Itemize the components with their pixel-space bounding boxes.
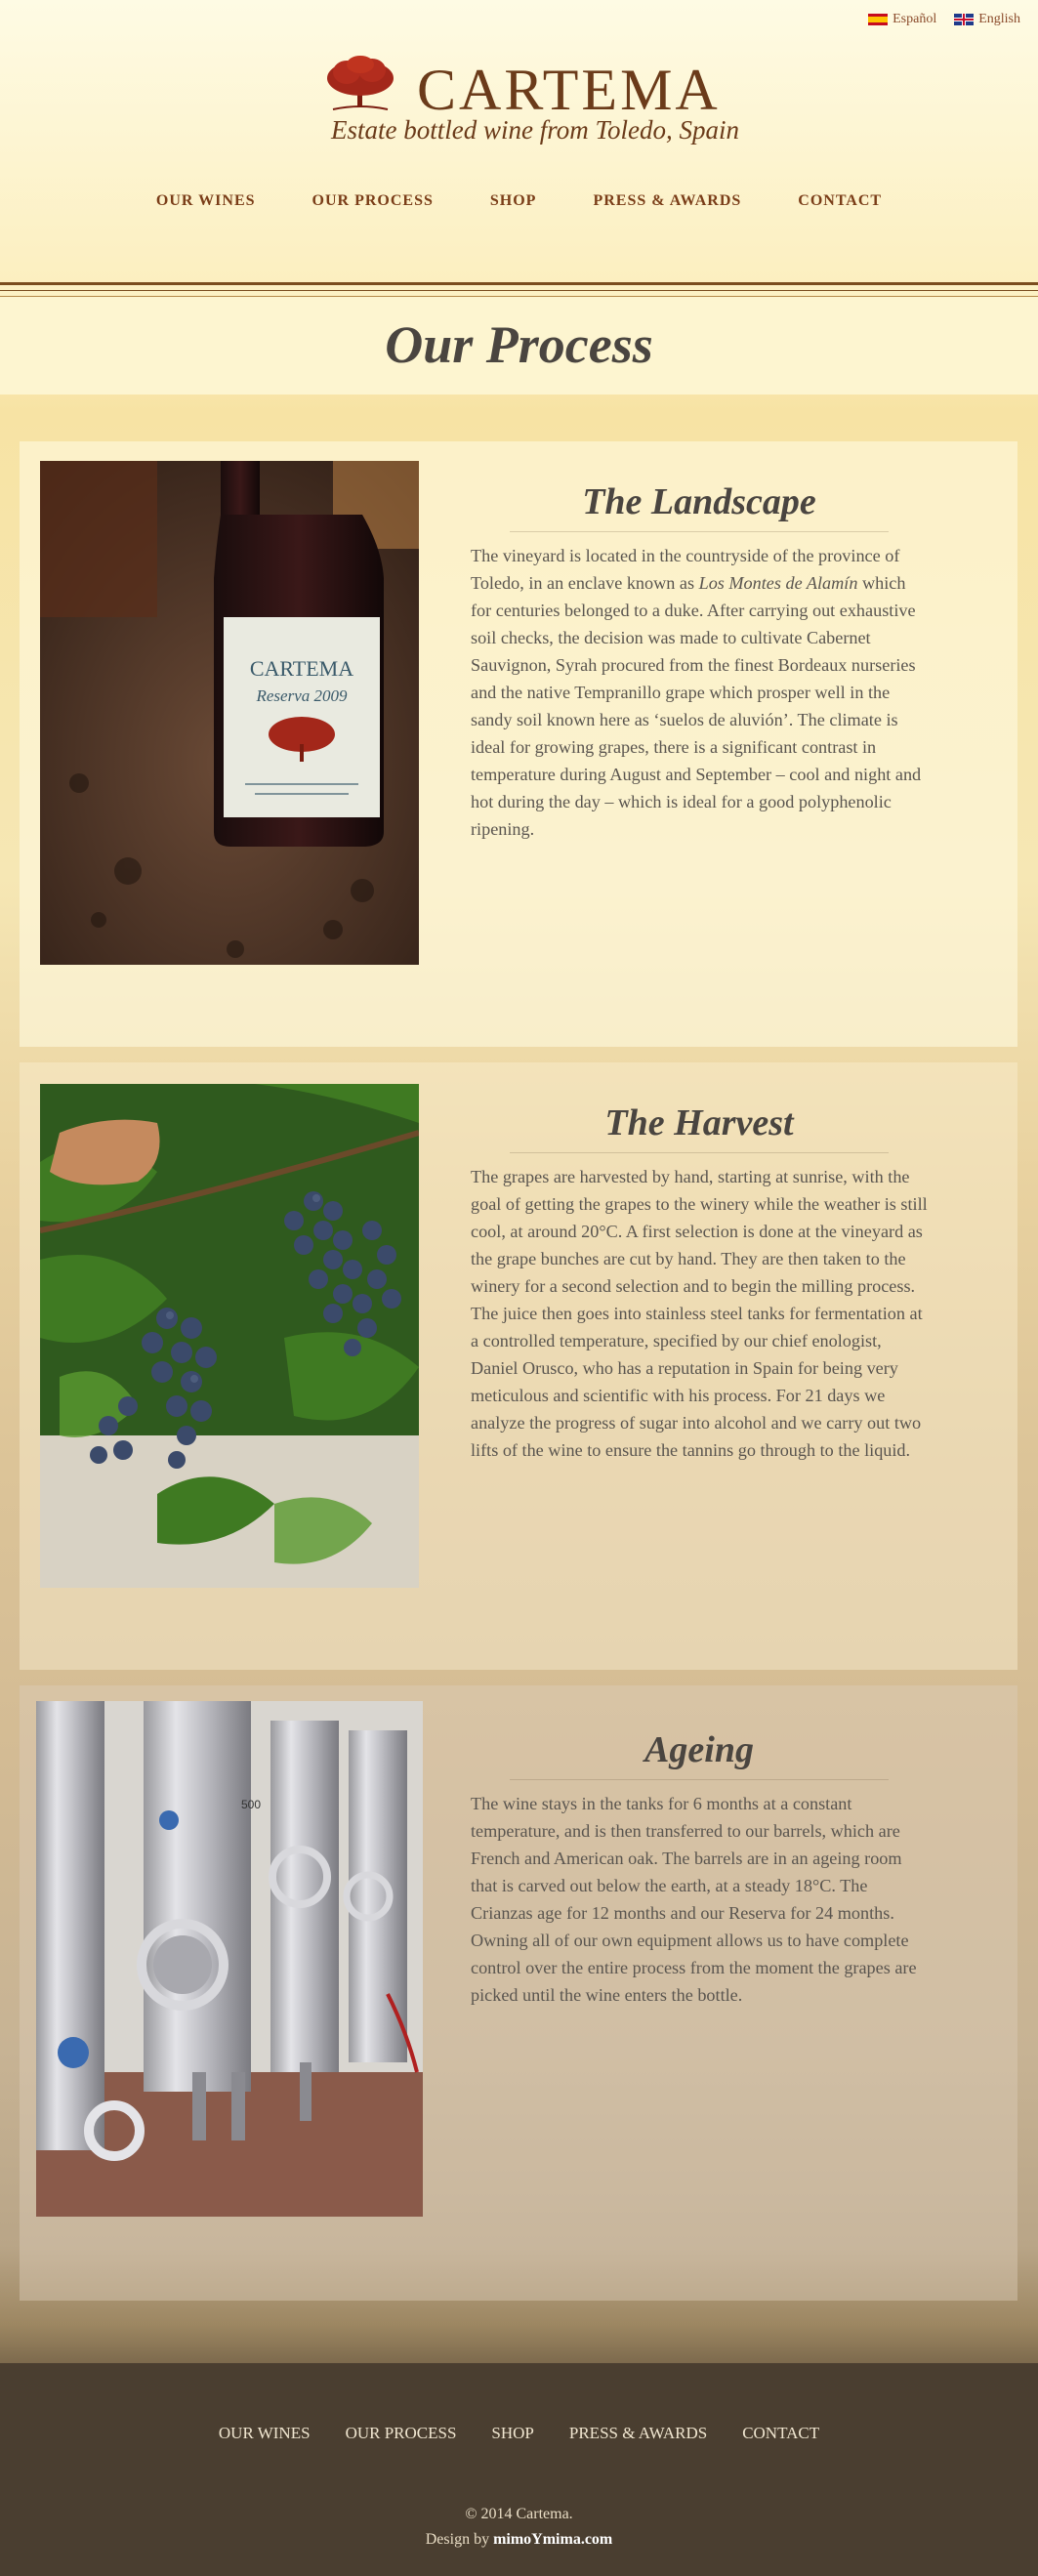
main-nav: OUR WINES OUR PROCESS SHOP PRESS & AWARD… — [0, 192, 1038, 210]
design-credit: Design by mimoYmima.com — [425, 2531, 613, 2548]
header-divider-light — [0, 296, 1038, 297]
designer-link[interactable]: mimoYmima.com — [493, 2531, 612, 2548]
footer-nav-our-process[interactable]: OUR PROCESS — [346, 2424, 457, 2443]
section-landscape: CARTEMA Reserva 2009 The Landscape The v… — [20, 441, 1017, 1047]
bottle-label-text: CARTEMA — [250, 656, 353, 681]
spain-flag-icon — [868, 14, 889, 25]
site-footer: OUR WINES OUR PROCESS SHOP PRESS & AWARD… — [0, 2363, 1038, 2576]
harvest-body: The grapes are harvested by hand, starti… — [471, 1167, 928, 1460]
bottle-label-sub: Reserva 2009 — [255, 686, 348, 705]
footer-nav-shop[interactable]: SHOP — [491, 2424, 533, 2443]
section-ageing: 500 Ageing The wine stays in the tanks f… — [20, 1685, 1017, 2301]
lang-english-link[interactable]: English — [954, 12, 1020, 27]
copyright: © 2014 Cartema. — [465, 2506, 573, 2522]
site-logo[interactable]: CARTEMA Estate bottled wine from Toledo,… — [325, 51, 739, 148]
header-divider-thin — [0, 290, 1038, 291]
footer-nav-press-awards[interactable]: PRESS & AWARDS — [569, 2424, 707, 2443]
footer-nav-contact[interactable]: CONTACT — [742, 2424, 819, 2443]
tree-logo-icon — [327, 56, 394, 110]
brand-tagline: Estate bottled wine from Toledo, Spain — [331, 115, 739, 145]
nav-contact[interactable]: CONTACT — [798, 192, 882, 210]
ageing-text: Ageing The wine stays in the tanks for 6… — [471, 1728, 928, 2009]
header-divider — [0, 282, 1038, 285]
nav-press-awards[interactable]: PRESS & AWARDS — [593, 192, 741, 210]
footer-nav: OUR WINES OUR PROCESS SHOP PRESS & AWARD… — [0, 2424, 1038, 2443]
section-harvest: The Harvest The grapes are harvested by … — [20, 1062, 1017, 1670]
lang-spanish-link[interactable]: Español — [868, 12, 936, 27]
page-title: Our Process — [385, 315, 653, 374]
site-header: Español English CARTEMA Estate bottled w… — [0, 0, 1038, 283]
uk-flag-icon — [954, 14, 975, 25]
nav-our-wines[interactable]: OUR WINES — [156, 192, 256, 210]
grapes-photo — [40, 1084, 419, 1588]
landscape-text: The Landscape The vineyard is located in… — [471, 480, 928, 843]
landscape-title: The Landscape — [510, 480, 889, 532]
language-switcher: Español English — [868, 12, 1020, 27]
harvest-title: The Harvest — [510, 1101, 889, 1153]
bottle-photo: CARTEMA Reserva 2009 — [40, 461, 419, 965]
landscape-body: The vineyard is located in the countrysi… — [471, 546, 922, 839]
nav-our-process[interactable]: OUR PROCESS — [312, 192, 434, 210]
ageing-body: The wine stays in the tanks for 6 months… — [471, 1794, 917, 2005]
nav-shop[interactable]: SHOP — [490, 192, 537, 210]
brand-name: CARTEMA — [417, 58, 721, 122]
ageing-title: Ageing — [510, 1728, 889, 1780]
harvest-text: The Harvest The grapes are harvested by … — [471, 1101, 928, 1464]
footer-nav-our-wines[interactable]: OUR WINES — [219, 2424, 311, 2443]
tanks-photo: 500 — [36, 1701, 423, 2217]
tank-level-mark: 500 — [241, 1798, 261, 1811]
